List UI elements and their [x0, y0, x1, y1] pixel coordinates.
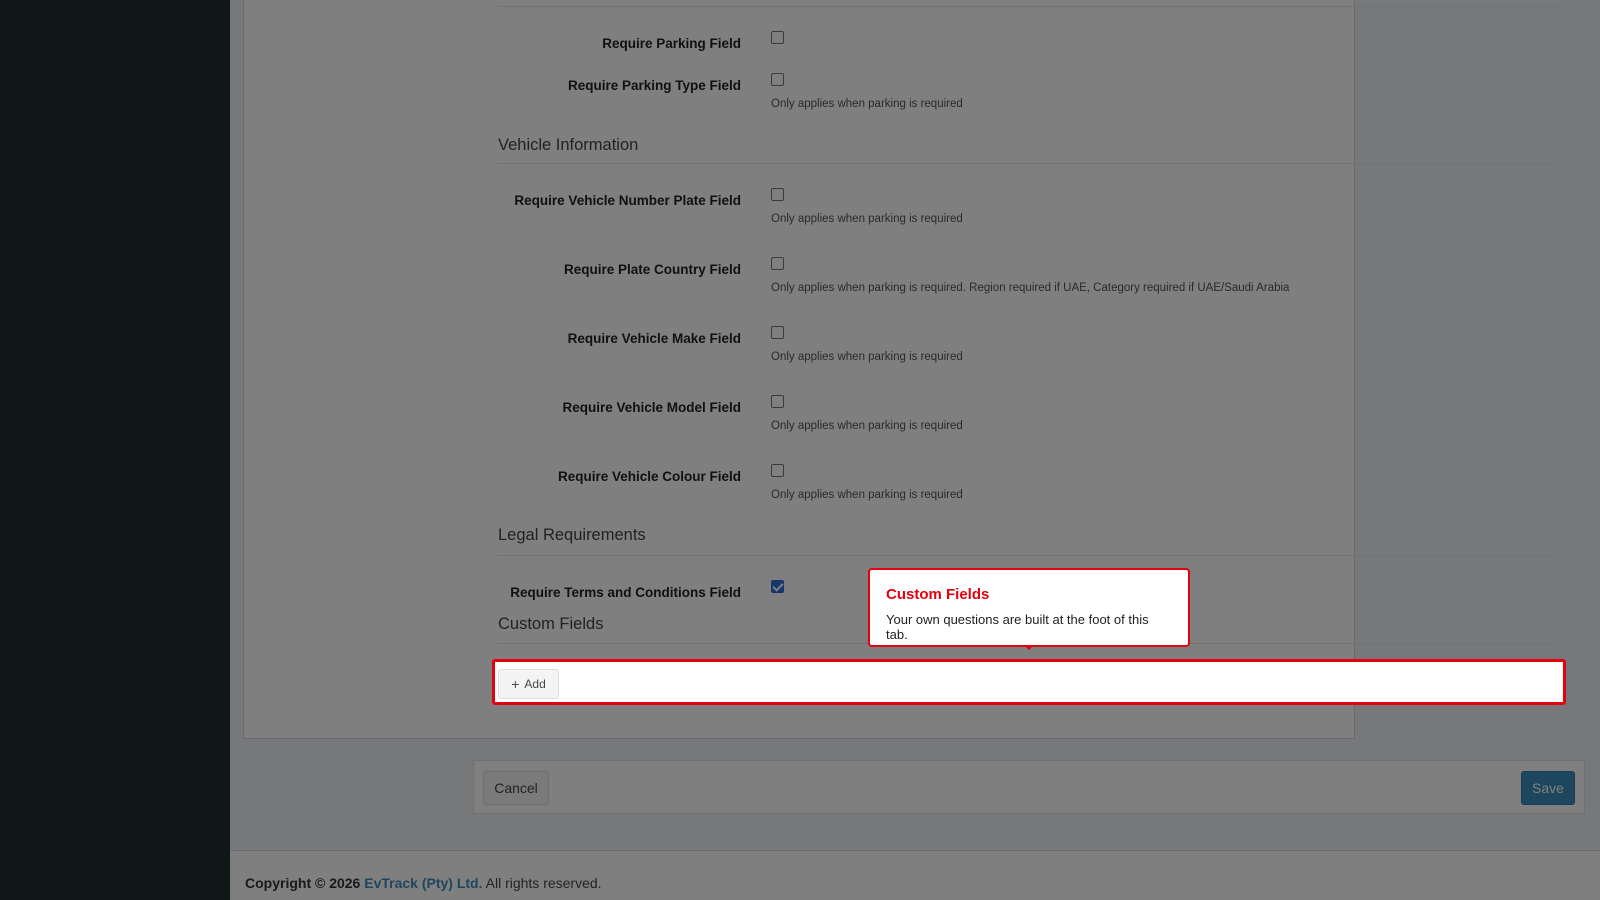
tour-tooltip-body: Your own questions are built at the foot… [886, 612, 1149, 642]
tour-tooltip: Custom Fields Your own questions are bui… [868, 568, 1190, 647]
tour-overlay[interactable] [0, 0, 1600, 900]
tour-tooltip-title: Custom Fields [886, 586, 990, 603]
tour-highlight [492, 659, 1566, 705]
tour-tooltip-arrow [1024, 645, 1034, 650]
